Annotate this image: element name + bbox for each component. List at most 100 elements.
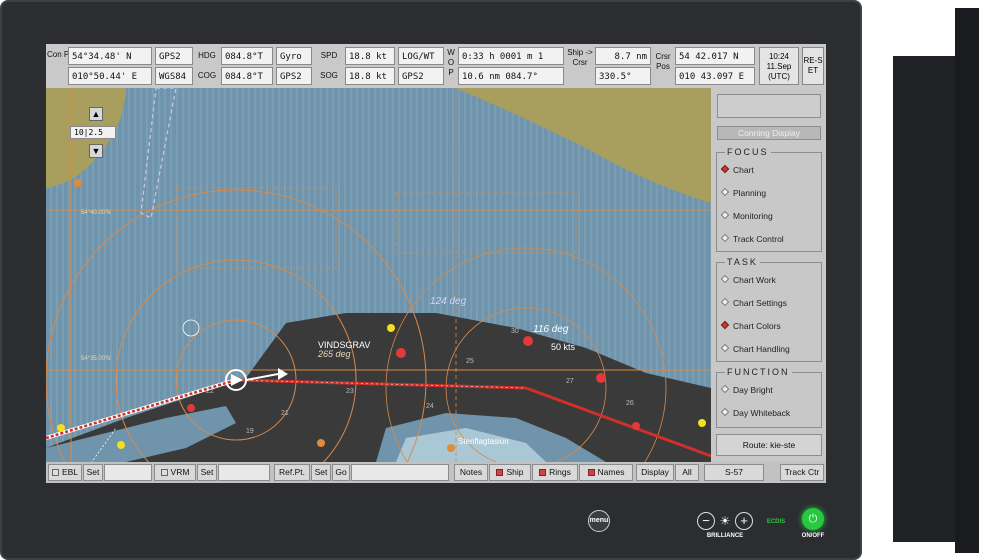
conning-display-button[interactable]: Conning Display [717,126,821,140]
depth-label: 24 [426,403,434,410]
radio-icon [720,384,730,394]
hdg-source[interactable]: Gyro [276,47,312,65]
info-box [717,94,821,118]
bearing-label-124: 124 deg [430,296,467,307]
ebl-value-field[interactable] [104,464,152,481]
notes-button[interactable]: Notes [454,464,488,481]
depth-label: 25 [466,358,474,365]
ship-crsr-label: Ship -> Crsr [567,48,593,67]
all-button[interactable]: All [675,464,699,481]
focus-item-track-control[interactable]: Track Control [720,233,784,245]
go-button[interactable]: Go [332,464,350,481]
timezone: (UTC) [768,72,790,81]
radio-icon [720,297,730,307]
ship-crsr-dist: 8.7 nm [595,47,651,65]
radio-icon [720,187,730,197]
depth-label: 30 [511,328,519,335]
radio-icon [720,274,730,284]
zoom-in-button[interactable]: ▲ [89,107,103,121]
bearing-label-116: 116 deg [533,324,569,335]
spd-label: SPD [320,51,338,60]
focus-item-monitoring[interactable]: Monitoring [720,210,773,222]
task-item-chart-settings[interactable]: Chart Settings [720,297,787,309]
checkbox-checked-icon [496,469,504,476]
vrm-set-button[interactable]: Set [197,464,217,481]
checkbox-checked-icon [539,469,547,476]
depth-label: 19 [246,428,254,435]
function-item-day-whiteback[interactable]: Day Whiteback [720,407,790,419]
go-value-field[interactable] [351,464,449,481]
time: 10:24 [768,52,790,61]
focus-group: FOCUS Chart Planning Monitoring Track Co… [716,147,822,252]
hdg-value: 084.8°T [221,47,273,65]
radio-icon [720,407,730,417]
datum: WGS84 [155,67,193,85]
focus-item-chart[interactable]: Chart [720,164,754,176]
names-toggle[interactable]: Names [579,464,633,481]
ship-toggle[interactable]: Ship [489,464,531,481]
sog-label: SOG [320,71,338,80]
checkbox-icon [51,469,59,476]
vrm-value-field[interactable] [218,464,270,481]
s57-button[interactable]: S-57 [704,464,764,481]
focus-item-planning[interactable]: Planning [720,187,766,199]
spd-value: 18.8 kt [345,47,395,65]
refpt-button[interactable]: Ref.Pt. [274,464,310,481]
depth-label: 26 [626,400,634,407]
sog-source[interactable]: GPS2 [398,67,444,85]
brilliance-label: BRILLIANCE [706,533,744,539]
radio-selected-icon [720,164,730,174]
sun-icon: ☀ [719,514,731,528]
control-panel: Conning Display FOCUS Chart Planning Mon… [711,88,826,462]
rings-toggle[interactable]: Rings [532,464,578,481]
vrm-toggle[interactable]: VRM [154,464,196,481]
monitor-side-view [893,56,963,542]
menu-button[interactable]: menu [588,510,610,532]
ebl-toggle[interactable]: EBL [48,464,82,481]
bearing-label-265: 265 deg [318,349,351,359]
function-title: FUNCTION [725,367,792,378]
wop-time: 0:33 h 0001 m 1 [458,47,564,65]
power-button[interactable]: ⏻ [802,508,824,530]
ebl-set-button[interactable]: Set [83,464,103,481]
chart-area[interactable]: ▲ 10|2.5 ▼ 54°40.00'N 54°35.00'N 124 deg… [46,88,711,462]
cog-source[interactable]: GPS2 [276,67,312,85]
vessel-name-label-2: Stenflagtasion [458,437,509,446]
lat-label-2: 54°35.00'N [81,356,111,362]
pos-source[interactable]: GPS2 [155,47,193,65]
route-label[interactable]: Route: kie-ste [716,434,822,456]
radio-icon [720,233,730,243]
speed-label: 50 kts [551,342,576,352]
spd-source[interactable]: LOG/WT [398,47,444,65]
date: 11.Sep [766,62,792,71]
reset-button[interactable]: RE-SET [802,47,824,85]
sog-value: 18.8 kt [345,67,395,85]
monitor-side-frame [955,8,979,553]
chart-canvas [46,88,711,462]
display-button[interactable]: Display [636,464,674,481]
time-date-box: 10:24 11.Sep (UTC) [759,47,799,85]
focus-title: FOCUS [725,147,771,158]
checkbox-icon [160,469,168,476]
menu-label: menu [589,517,609,524]
refpt-set-button[interactable]: Set [311,464,331,481]
task-item-chart-handling[interactable]: Chart Handling [720,343,790,355]
task-item-chart-colors[interactable]: Chart Colors [720,320,781,332]
task-item-chart-work[interactable]: Chart Work [720,274,776,286]
hdg-label: HDG [198,51,216,60]
brightness-down-button[interactable]: − [697,512,715,530]
task-group: TASK Chart Work Chart Settings Chart Col… [716,257,822,362]
cog-label: COG [197,71,217,80]
power-icon: ⏻ [808,513,818,525]
vessel-name-label: VINDSGRAV [318,340,371,350]
status-bar: Con Pos 54°34.48' N 010°50.44' E GPS2 WG… [46,44,826,88]
zoom-out-button[interactable]: ▼ [89,144,103,158]
crsr-pos-label: Crsr Pos [655,52,671,71]
track-ctr-button[interactable]: Track Ctr [780,464,824,481]
monitor-bezel: Con Pos 54°34.48' N 010°50.44' E GPS2 WG… [0,0,862,560]
ecdis-screen: Con Pos 54°34.48' N 010°50.44' E GPS2 WG… [46,44,826,483]
task-title: TASK [725,257,760,268]
brightness-up-button[interactable]: + [735,512,753,530]
ecdis-label: ECDIS [766,519,786,525]
function-item-day-bright[interactable]: Day Bright [720,384,773,396]
